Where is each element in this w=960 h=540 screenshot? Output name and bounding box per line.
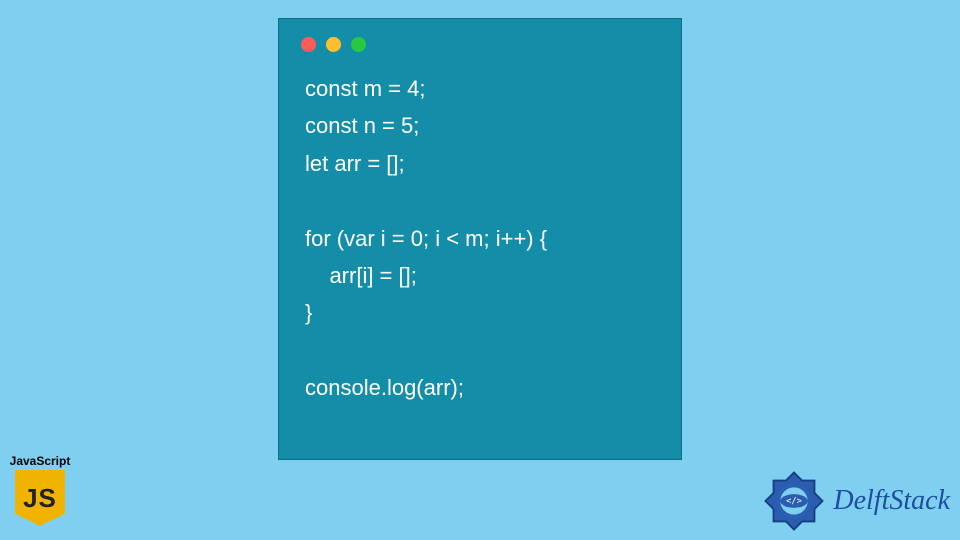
maximize-dot-icon [351,37,366,52]
code-window: const m = 4; const n = 5; let arr = []; … [278,18,682,460]
brand: </> DelftStack [763,470,950,532]
close-dot-icon [301,37,316,52]
window-titlebar [279,19,681,52]
brand-name: DelftStack [833,485,950,517]
minimize-dot-icon [326,37,341,52]
javascript-label: JavaScript [6,454,74,468]
code-block: const m = 4; const n = 5; let arr = []; … [279,52,681,407]
brand-logo-icon: </> [763,470,825,532]
javascript-shield-icon: JS [15,470,65,526]
javascript-badge: JavaScript JS [6,454,74,526]
brand-tag-text: </> [787,496,803,506]
